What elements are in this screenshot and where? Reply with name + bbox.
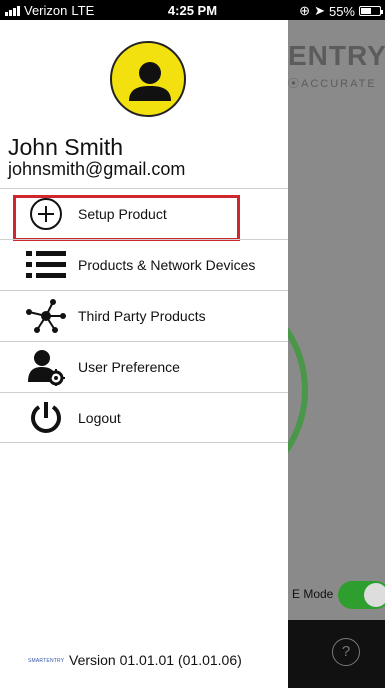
mode-toggle[interactable] — [338, 581, 385, 609]
battery-icon — [359, 6, 383, 16]
user-name: John Smith — [8, 134, 124, 160]
menu-label: Third Party Products — [78, 308, 206, 324]
brand-tagline: ⦿ACCURATE — [288, 78, 377, 90]
menu-label: Logout — [78, 409, 121, 426]
side-drawer: John Smith johnsmith@gmail.com Setup Pro… — [0, 20, 288, 688]
menu-item-third-party-products[interactable]: Third Party Products — [0, 290, 288, 341]
menu-item-setup-product[interactable]: Setup Product — [0, 188, 288, 241]
footer-logo: SMARTENTRY — [28, 658, 65, 664]
brand-logo: ENTRY — [288, 40, 385, 71]
power-icon — [23, 398, 69, 438]
location-icon: ➤ — [314, 3, 325, 18]
bottom-bar: ? — [288, 620, 385, 688]
menu-label: Products & Network Devices — [78, 257, 256, 273]
status-right: ⊕ ➤ 55% — [299, 3, 383, 19]
menu-item-user-preference[interactable]: User Preference — [0, 341, 288, 392]
menu-item-products-network-devices[interactable]: Products & Network Devices — [0, 239, 288, 290]
user-email: johnsmith@gmail.com — [8, 159, 186, 179]
plus-circle-icon — [23, 194, 69, 234]
status-ring — [288, 280, 308, 500]
avatar[interactable] — [110, 41, 186, 117]
orientation-lock-icon: ⊕ — [299, 3, 311, 18]
battery-percent: 55% — [328, 3, 355, 19]
version-text: Version 01.01.01 (01.01.06) — [69, 652, 242, 668]
mode-label: E Mode — [292, 587, 334, 601]
drawer-menu: Setup Product Products & Network Devices — [0, 188, 288, 443]
drawer-footer: SMARTENTRY Version 01.01.01 (01.01.06) — [0, 650, 288, 688]
menu-label: Setup Product — [78, 206, 167, 222]
help-icon[interactable]: ? — [332, 638, 360, 666]
menu-label: User Preference — [78, 359, 180, 375]
network-nodes-icon — [23, 296, 69, 336]
person-icon — [129, 62, 171, 101]
user-settings-icon — [23, 347, 69, 387]
menu-item-logout[interactable]: Logout — [0, 392, 288, 443]
status-bar: Verizon LTE 4:25 PM ⊕ ➤ 55% — [0, 0, 385, 20]
list-icon — [23, 245, 69, 285]
background-app[interactable]: ENTRY ⦿ACCURATE E Mode ? — [288, 20, 385, 688]
